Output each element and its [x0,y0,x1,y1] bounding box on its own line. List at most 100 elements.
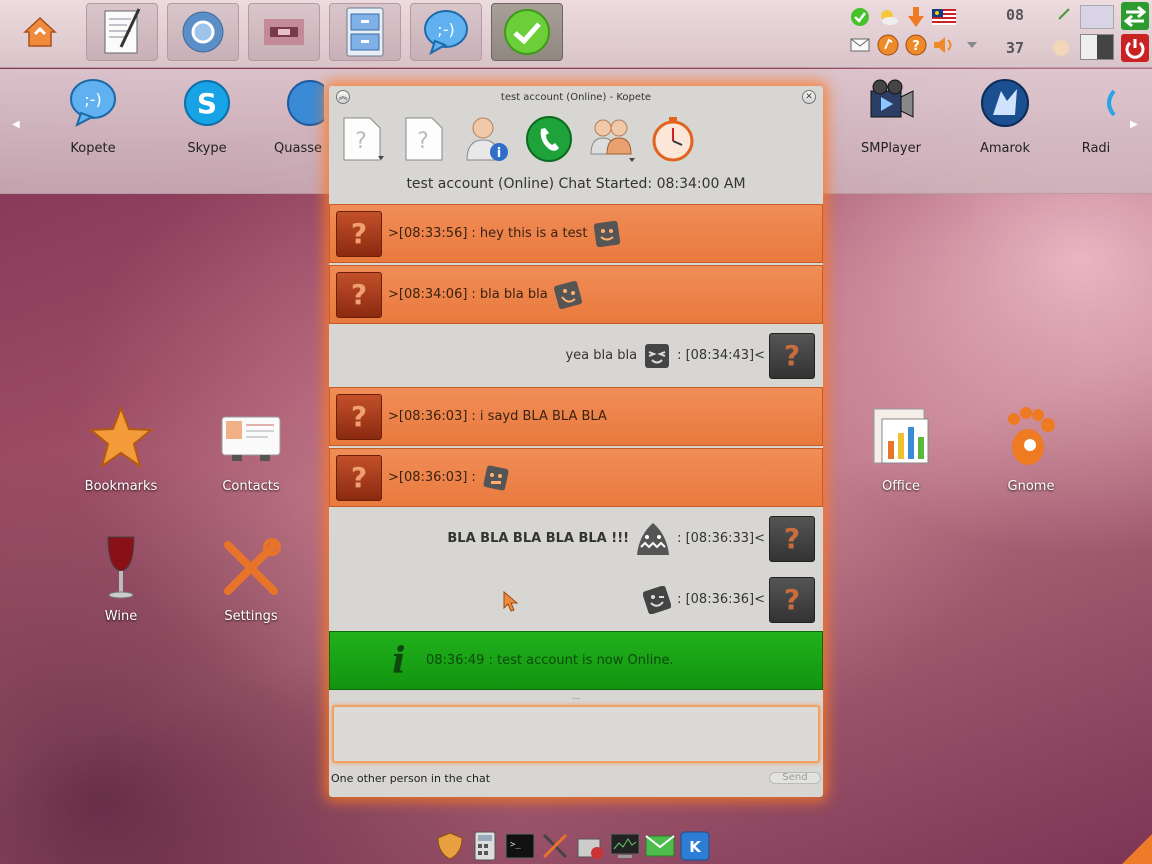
chat-message-outgoing: : [08:36:36]< ? [329,570,823,629]
clock-hour[interactable]: 08 [1003,1,1027,29]
skype-icon: S [184,80,230,126]
launcher-item-quassel[interactable]: Quasse [258,77,338,177]
grin-emoticon [553,280,582,309]
mail-icon[interactable] [848,34,872,56]
task-button-editor[interactable] [86,3,158,61]
message-text: : i sayd BLA BLA BLA [471,409,607,424]
smile-emoticon [594,220,621,247]
window-titlebar[interactable]: test account (Online) - Kopete [329,86,823,108]
launcher-scroll-left-button[interactable]: ◀ [12,119,20,130]
desktop-icon-wine[interactable]: Wine [66,535,176,645]
desktop-icon-bookmarks[interactable]: Bookmarks [66,405,176,515]
corner-hotspot-icon[interactable] [1122,834,1152,864]
robot-emoticon [483,465,509,490]
keyboard-layout-flag-icon[interactable] [932,6,956,28]
home-button[interactable] [20,14,60,50]
launcher-item-skype[interactable]: S Skype [157,77,257,177]
invite-contact-button[interactable] [587,114,635,164]
phone-icon [526,116,572,162]
message-text: : [471,470,476,485]
desktop-icon-label: Settings [224,609,278,624]
kopete-icon: ;-) [70,79,116,128]
chat-status-message: i 08:36:49 : test account is now Online. [329,631,823,690]
kopete-icon: ;-) [424,10,468,56]
chat-message-area[interactable]: ? >[08:33:56] : hey this is a test ? >[0… [329,204,823,690]
pin-icon[interactable] [1057,6,1071,25]
status-ok-icon[interactable] [848,6,872,28]
launcher-item-label: Radi [1081,141,1111,156]
dock-calculator-icon[interactable] [469,830,501,862]
launcher-item-kopete[interactable]: ;-) Kopete [43,77,143,177]
history-button[interactable] [649,114,697,164]
shark-emoticon [637,522,670,555]
launcher-scroll-right-button[interactable]: ▶ [1130,119,1138,130]
unknown-document-icon: ? [343,117,384,161]
svg-text:;-): ;-) [437,20,454,39]
music-player-icon[interactable] [876,34,900,56]
desktop-icon-office[interactable]: Office [846,405,956,515]
window-close-button[interactable]: ✕ [802,90,816,104]
chat-message-incoming: ? >[08:36:03] : [329,448,823,507]
contact-info-button[interactable]: i [463,114,511,164]
launcher-item-radio[interactable]: Radi [1066,77,1126,177]
tools-icon [224,538,281,595]
send-file-button[interactable]: ? [339,114,387,164]
stopwatch-icon [652,117,694,162]
launcher-item-amarok[interactable]: Amarok [955,77,1055,177]
splitter-handle[interactable]: ... [329,692,823,702]
launcher-item-label: Quasse [274,141,322,156]
launcher-item-smplayer[interactable]: SMPlayer [841,77,941,177]
dock-security-icon[interactable] [434,830,466,862]
download-arrow-icon[interactable] [904,6,928,28]
info-icon: i [392,640,406,682]
task-button-status[interactable] [491,3,563,61]
mouse-cursor-icon [503,590,518,612]
dock-mail-icon[interactable] [644,830,676,862]
desktop-pager-2[interactable] [1080,34,1114,60]
call-button[interactable] [525,114,573,164]
dock-system-monitor-icon[interactable] [609,830,641,862]
task-button-kopete[interactable]: ;-) [410,3,482,61]
chat-message-outgoing: BLA BLA BLA BLA BLA !!! : [08:36:33]< ? [329,509,823,568]
switch-user-button[interactable] [1121,2,1149,30]
desktop-icon-contacts[interactable]: Contacts [196,405,306,515]
send-button[interactable]: Send [769,772,821,784]
task-button-chromium[interactable] [167,3,239,61]
contact-avatar: ? [336,210,382,257]
desktop-icon-gnome[interactable]: Gnome [976,405,1086,515]
dock-tools-icon[interactable] [539,830,571,862]
tray-expand-arrow-icon[interactable] [960,34,984,56]
text-editor-icon [104,8,141,54]
chromium-icon [182,11,224,53]
dock-terminal-icon[interactable]: >_ [504,830,536,862]
emoticons-button[interactable]: ? [401,114,449,164]
desktop-icon-settings[interactable]: Settings [196,535,306,645]
launcher-item-label: Kopete [70,141,116,156]
shutdown-button[interactable] [1121,34,1149,62]
desktop-pager-1[interactable] [1080,5,1114,29]
message-timestamp: >[08:36:03] [388,470,468,485]
clock-minute[interactable]: 37 [1003,34,1027,62]
message-timestamp: : [08:36:33]< [677,531,765,546]
laugh-emoticon [645,343,670,368]
weather-icon[interactable] [876,6,900,28]
task-button-file-manager[interactable] [329,3,401,61]
svg-text:?: ? [912,39,920,54]
task-button-media[interactable] [248,3,320,61]
message-timestamp: : [08:34:43]< [677,348,765,363]
dock-package-manager-icon[interactable] [574,830,606,862]
activity-dot-icon[interactable] [1053,40,1069,56]
message-timestamp: >[08:34:06] [388,287,468,302]
help-icon[interactable]: ? [904,34,928,56]
dock-kde-menu-icon[interactable]: K [679,830,711,862]
message-input[interactable] [332,705,820,763]
chat-toolbar: ? ? i [339,114,697,164]
desktop-icon-label: Gnome [1007,479,1055,494]
home-icon [23,16,57,47]
window-menu-button[interactable]: ︽ [336,90,350,104]
svg-text:K: K [689,838,702,856]
desktop-icon-label: Contacts [222,479,280,494]
bottom-dock: >_ K [434,830,711,862]
volume-icon[interactable] [932,34,956,56]
kopete-chat-window: test account (Online) - Kopete ︽ ✕ ? ? i [329,86,823,797]
